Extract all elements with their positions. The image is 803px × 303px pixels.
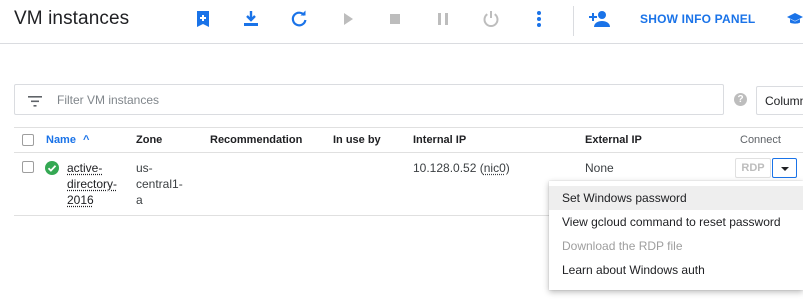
refresh-icon[interactable] (288, 8, 310, 30)
menu-item-set-windows-password[interactable]: Set Windows password (549, 186, 803, 210)
nic-close-paren: ) (505, 161, 510, 175)
more-vert-icon[interactable] (528, 8, 550, 30)
create-instance-icon[interactable] (192, 8, 214, 30)
internal-ip-cell: 10.128.0.52 (nic0) (413, 160, 510, 176)
column-header-connect: Connect (740, 134, 781, 146)
menu-item-download-rdp-file: Download the RDP file (562, 239, 683, 253)
reset-icon[interactable] (480, 8, 502, 30)
page-header: VM instances SHOW INFO PANEL (0, 0, 803, 44)
page-title: VM instances (14, 8, 130, 29)
show-info-panel-button[interactable]: SHOW INFO PANEL (640, 12, 755, 26)
rdp-dropdown-button[interactable] (772, 158, 797, 178)
row-checkbox[interactable] (22, 161, 34, 173)
column-header-zone: Zone (136, 134, 163, 146)
stop-icon[interactable] (384, 8, 406, 30)
column-header-external-ip: External IP (585, 134, 642, 146)
column-header-name[interactable]: Name ^ (46, 134, 89, 146)
rdp-options-menu: Set Windows password View gcloud command… (549, 181, 803, 290)
rdp-button[interactable]: RDP (735, 158, 771, 178)
filter-icon (28, 94, 42, 112)
column-header-internal-ip: Internal IP (413, 134, 467, 146)
graduation-cap-icon[interactable] (787, 8, 803, 30)
internal-ip-value: 10.128.0.52 (413, 161, 477, 175)
external-ip-cell: None (585, 161, 614, 175)
columns-button[interactable]: Columns (756, 86, 803, 115)
column-header-name-label: Name (46, 134, 76, 146)
column-header-recommendation: Recommendation (210, 134, 303, 146)
menu-item-view-gcloud-command[interactable]: View gcloud command to reset password (549, 210, 803, 234)
help-icon[interactable]: ? (734, 93, 747, 106)
running-status-icon (45, 161, 59, 175)
add-person-icon[interactable] (587, 8, 613, 30)
filter-input[interactable] (57, 92, 697, 108)
sort-ascending-icon: ^ (83, 134, 90, 146)
toolbar-divider (573, 6, 574, 36)
import-vm-icon[interactable] (240, 8, 262, 30)
start-icon[interactable] (337, 8, 359, 30)
column-header-in-use-by: In use by (333, 134, 381, 146)
vm-name-link[interactable]: active-directory-2016 (67, 160, 123, 208)
filter-bar (14, 84, 724, 115)
pause-icon[interactable] (432, 8, 454, 30)
table-header: Name ^ Zone Recommendation In use by Int… (14, 127, 803, 153)
zone-cell: us-central1-a (136, 161, 183, 207)
nic-link[interactable]: nic0 (484, 161, 506, 175)
select-all-checkbox[interactable] (22, 134, 34, 146)
menu-item-learn-windows-auth[interactable]: Learn about Windows auth (549, 258, 803, 282)
